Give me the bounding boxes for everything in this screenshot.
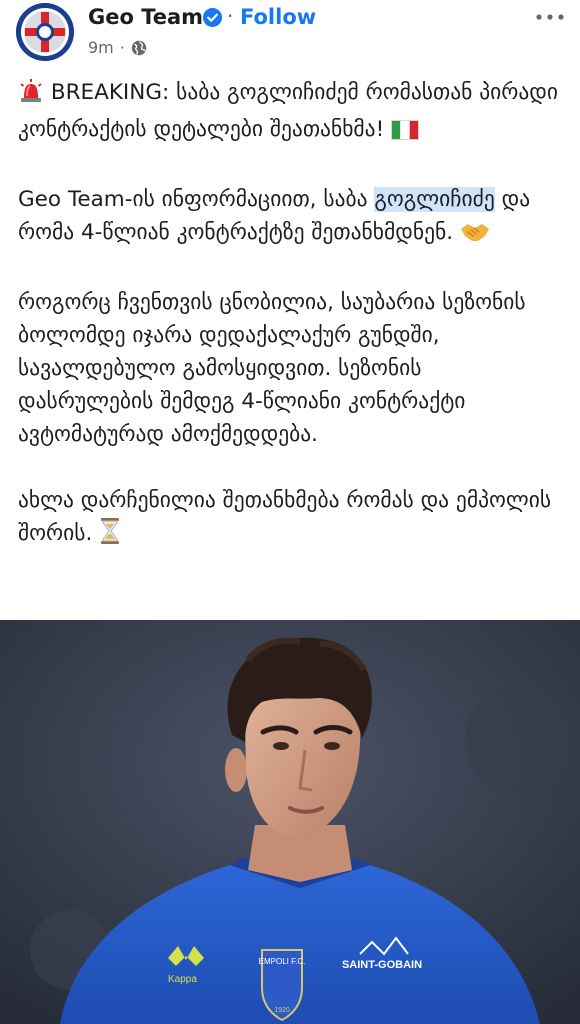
hourglass-emoji-icon: [99, 518, 121, 554]
post-meta: 9m ·: [88, 38, 147, 57]
post-paragraph-4-text: ახლა დარჩენილია შეთანხმება რომას და ემპო…: [18, 488, 552, 546]
globe-icon[interactable]: [131, 40, 147, 56]
more-options-icon[interactable]: [534, 8, 566, 26]
post-paragraph-2: Geo Team-ის ინფორმაციით, საბა გოგლიჩიძე …: [18, 183, 563, 253]
sponsor-text: SAINT-GOBAIN: [342, 959, 422, 971]
handshake-emoji-icon: [460, 220, 490, 253]
post-paragraph-1: BREAKING: საბა გოგლიჩიძემ რომასთან პირად…: [18, 76, 563, 150]
post-paragraph-4: ახლა დარჩენილია შეთანხმება რომას და ემპო…: [18, 484, 563, 554]
badge-year-text: 1920: [274, 1007, 290, 1014]
post-paragraph-2-text-start: Geo Team-ის ინფორმაციით, საბა: [18, 187, 375, 212]
meta-separator: ·: [119, 38, 125, 57]
page-name[interactable]: Geo Team: [88, 5, 203, 29]
club-badge-text: EMPOLI F.C.: [259, 957, 306, 966]
italy-flag-icon: [391, 117, 420, 150]
siren-emoji-icon: [18, 79, 44, 113]
post-photo[interactable]: Kappa EMPOLI F.C. 1920 SAINT-GOBAIN: [0, 620, 580, 1024]
follow-button[interactable]: Follow: [240, 5, 316, 29]
header-separator: ·: [227, 4, 234, 28]
post-paragraph-1-text: BREAKING: საბა გოგლიჩიძემ რომასთან პირად…: [18, 80, 558, 142]
geo-team-logo-icon: [16, 3, 74, 61]
player-photo-image: Kappa EMPOLI F.C. 1920 SAINT-GOBAIN: [0, 620, 580, 1024]
verified-badge-icon: [203, 8, 222, 27]
page-avatar[interactable]: [16, 3, 74, 61]
post-timestamp[interactable]: 9m: [88, 38, 114, 57]
post-paragraph-3: როგორც ჩვენთვის ცნობილია, საუბარია სეზონ…: [18, 290, 526, 447]
post-text: BREAKING: საბა გოგლიჩიძემ რომასთან პირად…: [18, 76, 563, 554]
post-header: Geo Team · Follow 9m ·: [0, 0, 580, 64]
selected-text-highlight[interactable]: გოგლიჩიძე: [374, 187, 495, 212]
kit-brand-text: Kappa: [168, 974, 197, 985]
